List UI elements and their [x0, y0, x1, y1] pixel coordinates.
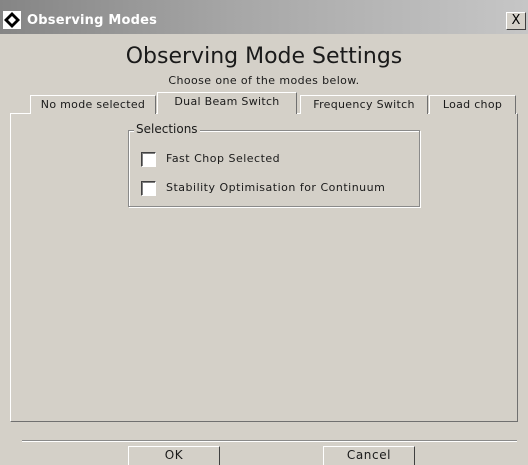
tab-dual-beam-switch[interactable]: Dual Beam Switch — [157, 92, 297, 114]
tab-no-mode-selected[interactable]: No mode selected — [30, 95, 156, 114]
fast-chop-checkbox[interactable] — [141, 152, 156, 167]
diamond-app-icon — [3, 11, 21, 29]
fast-chop-label[interactable]: Fast Chop Selected — [166, 152, 280, 165]
tab-load-chop[interactable]: Load chop — [429, 95, 516, 114]
button-bar-separator — [22, 440, 517, 442]
selections-group — [128, 130, 420, 207]
selections-group-title: Selections — [134, 122, 200, 136]
stability-optimisation-checkbox[interactable] — [141, 181, 156, 196]
page-subtitle: Choose one of the modes below. — [168, 74, 360, 87]
title-bar[interactable]: Observing Modes X — [0, 0, 528, 34]
page-title: Observing Mode Settings — [125, 44, 403, 69]
stability-optimisation-label[interactable]: Stability Optimisation for Continuum — [166, 181, 385, 194]
ok-button[interactable]: OK — [128, 446, 220, 465]
observing-modes-window: Observing Modes X Observing Mode Setting… — [0, 0, 528, 465]
close-button[interactable]: X — [506, 12, 526, 30]
cancel-button[interactable]: Cancel — [323, 446, 415, 465]
window-title: Observing Modes — [27, 13, 158, 28]
tab-frequency-switch[interactable]: Frequency Switch — [300, 95, 428, 114]
